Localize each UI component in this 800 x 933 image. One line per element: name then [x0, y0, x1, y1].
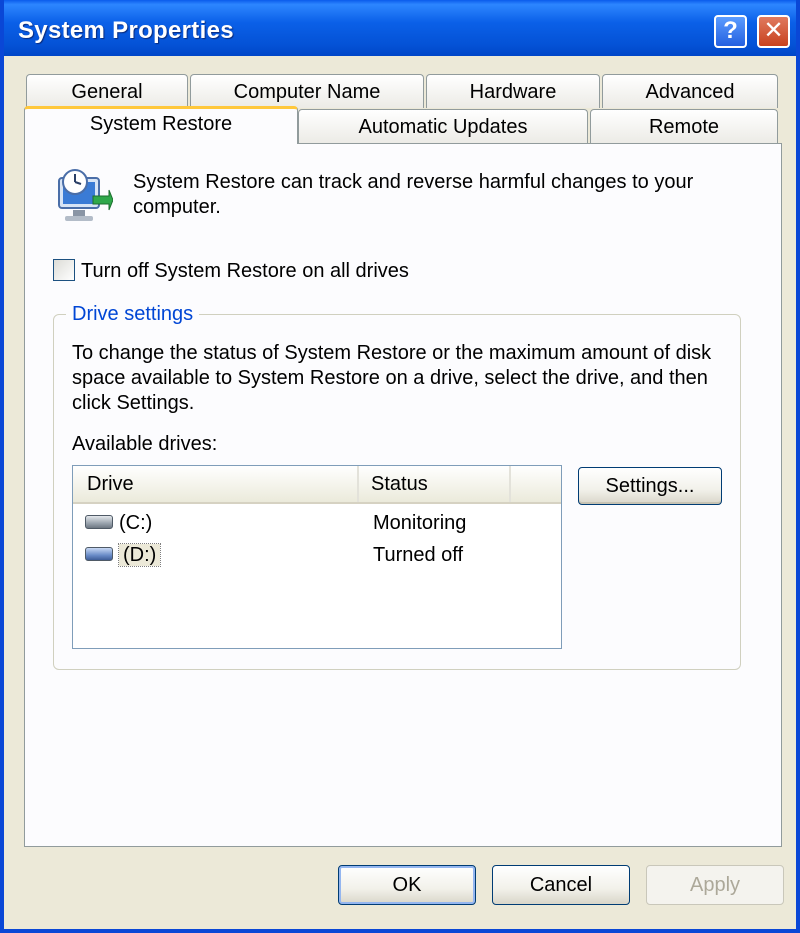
settings-button[interactable]: Settings...	[578, 467, 722, 505]
apply-button[interactable]: Apply	[646, 865, 784, 905]
tab-computer-name[interactable]: Computer Name	[190, 74, 424, 108]
ok-button[interactable]: OK	[338, 865, 476, 905]
intro-text: System Restore can track and reverse har…	[133, 171, 694, 218]
hard-drive-icon	[85, 547, 113, 562]
list-header: Drive Status	[73, 466, 561, 504]
drive-cell[interactable]: (C:)	[85, 508, 152, 538]
system-restore-icon	[58, 169, 113, 221]
column-header-status[interactable]: Status	[359, 466, 511, 502]
system-properties-window: System Properties ? ✕ General Computer N…	[0, 0, 800, 933]
system-restore-panel: System Restore can track and reverse har…	[24, 143, 782, 847]
available-drives-list[interactable]: Drive Status (C:) Monitoring (D:) Turned…	[72, 465, 562, 649]
status-cell: Turned off	[373, 544, 464, 566]
table-row[interactable]: (D:) Turned off	[73, 540, 561, 570]
turn-off-system-restore-label[interactable]: Turn off System Restore on all drives	[81, 260, 409, 282]
window-title: System Properties	[18, 17, 234, 44]
table-row[interactable]: (C:) Monitoring	[73, 508, 561, 538]
title-bar[interactable]: System Properties ? ✕	[4, 0, 796, 56]
drive-settings-group: Drive settings To change the status of S…	[53, 302, 741, 670]
hard-drive-icon	[85, 515, 113, 530]
status-cell: Monitoring	[373, 512, 467, 534]
cancel-button[interactable]: Cancel	[492, 865, 630, 905]
turn-off-system-restore-row[interactable]: Turn off System Restore on all drives	[53, 258, 409, 284]
drive-settings-label: Drive settings	[66, 302, 200, 326]
turn-off-system-restore-checkbox[interactable]	[53, 259, 75, 282]
help-button[interactable]: ?	[714, 15, 747, 48]
tab-automatic-updates[interactable]: Automatic Updates	[298, 109, 588, 143]
drive-settings-description: To change the status of System Restore o…	[72, 342, 712, 414]
column-header-drive[interactable]: Drive	[73, 466, 359, 502]
tab-general[interactable]: General	[26, 74, 188, 108]
tab-system-restore[interactable]: System Restore	[24, 106, 298, 144]
drive-cell[interactable]: (D:)	[85, 540, 162, 570]
drive-label[interactable]: (D:)	[117, 543, 162, 567]
tab-remote[interactable]: Remote	[590, 109, 778, 143]
tab-advanced[interactable]: Advanced	[602, 74, 778, 108]
tab-hardware[interactable]: Hardware	[426, 74, 600, 108]
available-drives-label: Available drives:	[72, 433, 218, 455]
drive-label[interactable]: (C:)	[119, 512, 152, 534]
close-button[interactable]: ✕	[757, 15, 790, 48]
